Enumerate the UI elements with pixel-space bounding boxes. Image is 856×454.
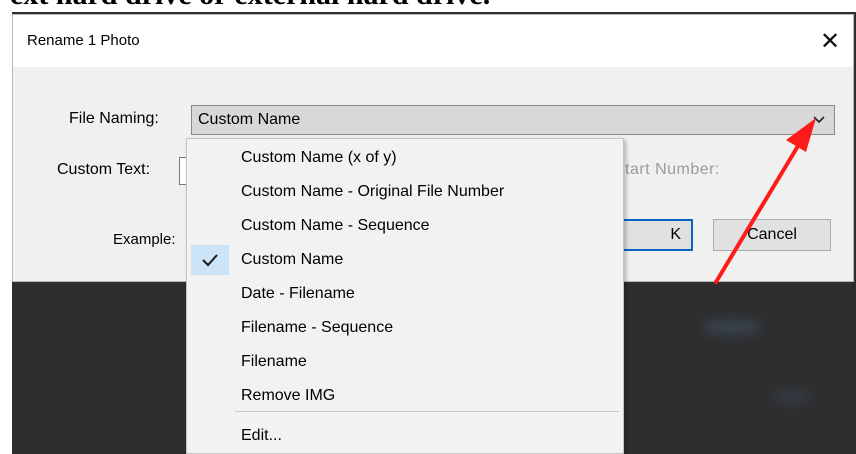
menu-item-filename-sequence[interactable]: Filename - Sequence <box>187 311 623 345</box>
menu-item-custom-name-x-of-y[interactable]: Custom Name (x of y) <box>187 141 623 175</box>
custom-text-label: Custom Text: <box>57 161 151 178</box>
menu-item-label: Custom Name - Sequence <box>241 217 430 234</box>
menu-item-label: Edit... <box>241 427 282 444</box>
photo-detail <box>702 320 762 334</box>
file-naming-value: Custom Name <box>198 111 301 128</box>
menu-item-label: Custom Name - Original File Number <box>241 183 505 200</box>
menu-item-custom-name-sequence[interactable]: Custom Name - Sequence <box>187 209 623 243</box>
menu-item-label: Filename - Sequence <box>241 319 394 336</box>
checkmark-icon <box>202 254 218 267</box>
ok-button[interactable]: K <box>617 219 693 251</box>
close-icon: ✕ <box>819 27 841 55</box>
menu-item-label: Custom Name <box>241 251 344 268</box>
menu-item-edit[interactable]: Edit... <box>187 419 623 453</box>
menu-item-date-filename[interactable]: Date - Filename <box>187 277 623 311</box>
file-naming-select[interactable]: Custom Name <box>191 105 835 135</box>
cancel-button-label: Cancel <box>747 226 797 243</box>
menu-item-custom-name[interactable]: Custom Name <box>187 243 623 277</box>
menu-item-label: Custom Name (x of y) <box>241 149 397 166</box>
menu-item-custom-name-original-file-number[interactable]: Custom Name - Original File Number <box>187 175 623 209</box>
menu-item-label: Remove IMG <box>241 387 336 404</box>
menu-item-label: Date - Filename <box>241 285 355 302</box>
menu-separator <box>235 411 619 412</box>
page-heading-fragment: ext hard drive or external hard drive. <box>0 0 856 12</box>
file-naming-dropdown-menu: Custom Name (x of y) Custom Name - Origi… <box>186 138 624 454</box>
cancel-button[interactable]: Cancel <box>713 219 831 251</box>
example-label: Example: <box>113 231 176 248</box>
ok-button-label: K <box>670 226 681 243</box>
start-number-label: tart Number: <box>625 161 720 178</box>
menu-item-filename[interactable]: Filename <box>187 345 623 379</box>
chevron-down-icon <box>813 116 825 124</box>
file-naming-label: File Naming: <box>69 110 159 127</box>
photo-detail <box>772 392 812 402</box>
check-highlight <box>191 245 229 275</box>
menu-item-remove-img[interactable]: Remove IMG <box>187 379 623 413</box>
close-button[interactable]: ✕ <box>807 15 853 67</box>
dialog-titlebar: Rename 1 Photo ✕ <box>13 15 853 67</box>
dialog-title: Rename 1 Photo <box>27 32 140 49</box>
menu-item-label: Filename <box>241 353 307 370</box>
